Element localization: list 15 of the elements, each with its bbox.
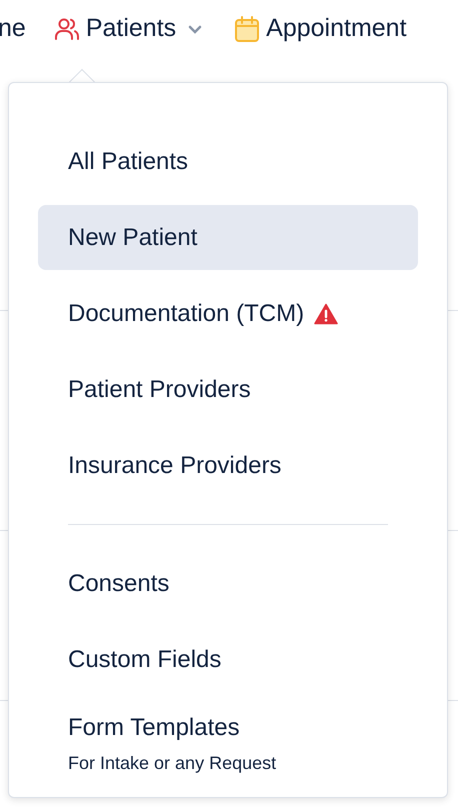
- users-icon: [54, 17, 80, 41]
- nav-tab[interactable]: ne: [0, 10, 26, 48]
- menu-item-label: Consents: [68, 568, 170, 598]
- calendar-icon: [234, 16, 260, 42]
- nav-tab[interactable]: Patients: [54, 10, 202, 48]
- menu-item[interactable]: New Patient: [38, 205, 418, 270]
- menu-item-label: Documentation (TCM): [68, 298, 304, 328]
- menu-item-label: Patient Providers: [68, 374, 251, 404]
- menu-item-subtitle: For Intake or any Request: [68, 752, 278, 775]
- menu-item-label: Custom Fields: [68, 644, 222, 674]
- menu-item-label: Form Templates: [68, 712, 240, 742]
- menu-item-label: Insurance Providers: [68, 450, 282, 480]
- menu-item-label: New Patient: [68, 222, 198, 252]
- nav-tab[interactable]: Appointment: [234, 10, 407, 48]
- menu-item-label: All Patients: [68, 146, 188, 176]
